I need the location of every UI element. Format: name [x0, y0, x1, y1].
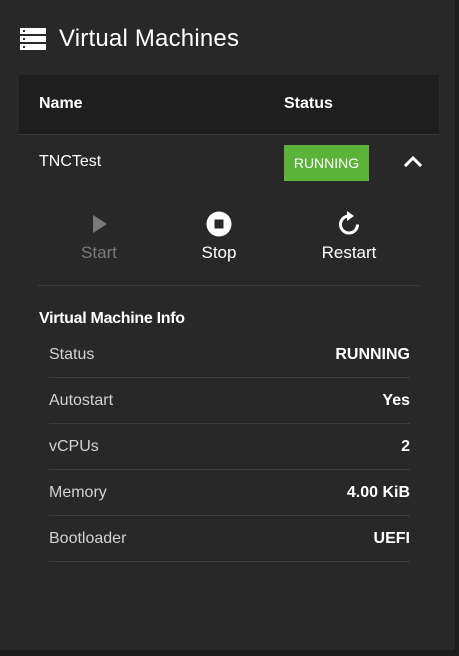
status-badge: RUNNING: [284, 145, 369, 181]
start-button[interactable]: Start: [54, 204, 144, 263]
info-key: Autostart: [49, 392, 114, 409]
restart-label: Restart: [321, 243, 377, 262]
info-row-autostart: Autostart Yes: [49, 378, 410, 424]
info-row-vcpus: vCPUs 2: [49, 424, 410, 470]
start-label: Start: [81, 243, 117, 262]
info-key: Status: [49, 346, 95, 363]
info-key: Memory: [49, 484, 107, 501]
info-value: UEFI: [373, 530, 410, 547]
vm-name: TNCTest: [39, 153, 102, 170]
info-row-bootloader: Bootloader UEFI: [49, 516, 410, 562]
info-value: 2: [401, 438, 410, 455]
info-value: RUNNING: [335, 346, 410, 363]
page-title: Virtual Machines: [59, 25, 240, 52]
info-row-status: Status RUNNING: [49, 332, 410, 378]
vm-panel: Virtual Machines Name Status TNCTest RUN…: [0, 0, 457, 653]
stop-label: Stop: [201, 243, 237, 262]
info-section-title: Virtual Machine Info: [39, 310, 185, 327]
chevron-up-icon[interactable]: [403, 154, 423, 168]
info-list: Status RUNNING Autostart Yes vCPUs 2 Mem…: [49, 332, 410, 562]
info-key: vCPUs: [49, 438, 99, 455]
info-value: 4.00 KiB: [346, 484, 410, 501]
info-key: Bootloader: [49, 530, 127, 547]
divider: [38, 285, 419, 286]
restart-icon: [339, 211, 359, 235]
table-row[interactable]: TNCTest RUNNING: [19, 136, 439, 188]
panel-header: Virtual Machines: [20, 22, 239, 56]
vm-actions: Start Stop Restart: [38, 204, 420, 268]
column-header-name[interactable]: Name: [39, 95, 83, 113]
play-icon: [93, 215, 107, 233]
stop-button[interactable]: Stop: [174, 204, 264, 263]
table-header: Name Status: [19, 75, 439, 135]
info-value: Yes: [382, 392, 410, 409]
server-list-icon: [20, 28, 46, 50]
restart-button[interactable]: Restart: [304, 204, 394, 263]
info-row-memory: Memory 4.00 KiB: [49, 470, 410, 516]
stop-circle-icon: [206, 211, 232, 237]
column-header-status[interactable]: Status: [284, 95, 333, 113]
